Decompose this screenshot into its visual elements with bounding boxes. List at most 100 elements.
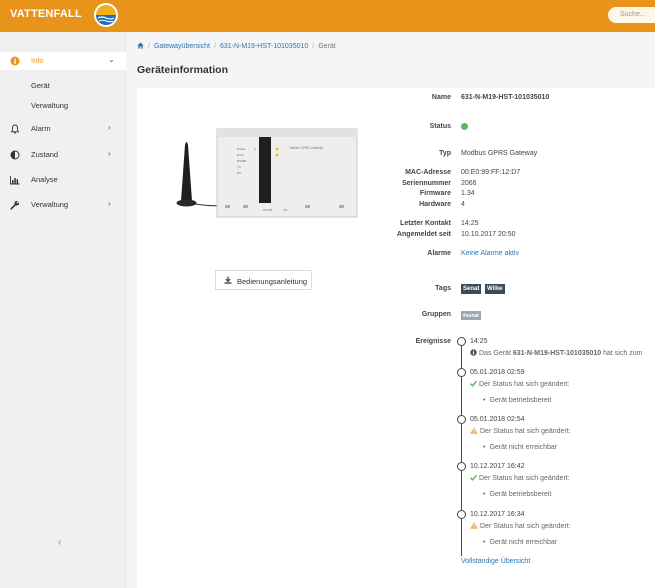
event-message-text: Der Status hat sich geändert: — [479, 475, 570, 482]
event-message-text: Das Gerät — [479, 350, 513, 357]
search-input[interactable]: Suche... — [608, 7, 655, 23]
event-detail: Gerät nicht erreichbar — [483, 539, 557, 546]
event-time: 05.01.2018 02:59 — [470, 369, 525, 376]
manual-download-button[interactable]: Bedienungsanleitung — [215, 270, 312, 290]
bell-icon — [10, 124, 20, 134]
info-icon — [470, 349, 477, 356]
hardware-label: Hardware — [419, 201, 451, 208]
half-circle-icon — [10, 150, 20, 160]
device-led-label: RX — [237, 171, 241, 175]
info-circle-icon — [10, 56, 20, 66]
sidebar-subitem-verwaltung[interactable]: Verwaltung — [31, 101, 68, 110]
serial-label: Seriennummer — [401, 180, 451, 187]
event-message: Der Status hat sich geändert: — [470, 380, 570, 388]
chevron-left-icon[interactable]: ‹ — [58, 537, 61, 548]
hardware-value: 4 — [461, 201, 465, 208]
event-message-text: Der Status hat sich geändert: — [479, 381, 570, 388]
device-led-label: Error — [237, 153, 244, 157]
device-led-label: RS485 — [237, 159, 247, 163]
event-message: Der Status hat sich geändert: — [470, 427, 571, 435]
manual-button-label: Bedienungsanleitung — [237, 277, 308, 286]
sidebar-item-label: Verwaltung — [31, 200, 69, 209]
device-led-label: Power — [237, 147, 246, 151]
check-icon — [470, 474, 477, 481]
breadcrumb: / Gatewayübersicht/631-N-M19-HST-10103501… — [137, 42, 336, 50]
sidebar-item-analyse[interactable]: Analyse — [0, 171, 126, 189]
device-led-label: TX — [237, 165, 241, 169]
sidebar-item-label: Alarm — [31, 124, 51, 133]
event-detail: Gerät nicht erreichbar — [483, 444, 557, 451]
name-label: Name — [431, 94, 451, 101]
firmware-label: Firmware — [419, 190, 451, 197]
chevron-right-icon: › — [108, 123, 111, 132]
event-time: 10.12.2017 16:34 — [470, 511, 525, 518]
top-bar: VATTENFALL Suche... — [0, 0, 655, 32]
event-message-text: Der Status hat sich geändert: — [480, 523, 571, 530]
chevron-down-icon: ⌄ — [108, 55, 115, 64]
last-contact-value: 14:25 — [461, 220, 479, 227]
event-time: 05.01.2018 02:54 — [470, 416, 525, 423]
breadcrumb-gateway[interactable]: 631-N-M19-HST-101035010 — [220, 43, 308, 50]
main-content: / Gatewayübersicht/631-N-M19-HST-10103501… — [126, 32, 655, 588]
vattenfall-sun-icon — [94, 3, 118, 27]
event-detail: Gerät betriebsbereit — [483, 397, 551, 404]
tags-label: Tags — [435, 285, 451, 292]
groups-label: Gruppen — [421, 311, 451, 318]
download-icon — [224, 276, 232, 284]
warning-icon — [470, 427, 478, 434]
chevron-right-icon: › — [108, 199, 111, 208]
full-overview-link[interactable]: Vollständige Übersicht — [461, 558, 530, 565]
mac-value: 00:E0:99:FF:12:D7 — [461, 169, 521, 176]
alarms-link[interactable]: Keine Alarme aktiv — [461, 250, 519, 257]
events-label: Ereignisse — [415, 338, 451, 345]
timeline-node — [457, 368, 466, 377]
alarms-label: Alarme — [427, 250, 451, 257]
breadcrumb-gateway-overview[interactable]: Gatewayübersicht — [154, 43, 210, 50]
tag-badge[interactable]: Wilke — [485, 284, 505, 294]
mac-label: MAC-Adresse — [405, 169, 451, 176]
event-message: Das Gerät 631-N-M19-HST-101035010 hat si… — [470, 349, 642, 357]
device-brand-label: Meiller GPRS-Gateway — [290, 146, 323, 150]
brand-logo[interactable]: VATTENFALL — [10, 8, 82, 20]
page-title: Geräteinformation — [137, 64, 229, 76]
sidebar-item-label: Analyse — [31, 175, 58, 184]
timeline-node — [457, 510, 466, 519]
registered-label: Angemeldet seit — [396, 231, 451, 238]
timeline-node — [457, 415, 466, 424]
warning-icon — [470, 522, 478, 529]
event-message: Der Status hat sich geändert: — [470, 474, 570, 482]
sidebar-subitem-geraet[interactable]: Gerät — [31, 81, 50, 90]
timeline-node — [457, 337, 466, 346]
sidebar-item-verwaltung[interactable]: Verwaltung › — [0, 196, 126, 214]
event-device-name: 631-N-M19-HST-101035010 — [512, 350, 602, 357]
sidebar: Info ⌄ Gerät Verwaltung Alarm › Zustand … — [0, 32, 126, 588]
name-value: 631-N-M19-HST-101035010 — [461, 94, 550, 101]
device-port-label: RS485 — [263, 208, 273, 212]
event-time: 10.12.2017 16:42 — [470, 463, 525, 470]
event-time: 14:25 — [470, 338, 488, 345]
group-badge[interactable]: #senat — [461, 311, 481, 320]
device-port-label: TB — [283, 208, 287, 212]
event-message-text: Der Status hat sich geändert: — [480, 428, 571, 435]
event-message-text: hat sich zum — [601, 350, 643, 357]
event-message: Der Status hat sich geändert: — [470, 522, 571, 530]
gateway-device-image: Power Error RS485 TX RX Meiller GPRS-Gat… — [176, 128, 358, 218]
sidebar-item-alarm[interactable]: Alarm › — [0, 120, 126, 138]
sidebar-item-label: Info — [31, 56, 44, 65]
tag-badge[interactable]: Senat — [461, 284, 482, 294]
type-value: Modbus GPRS Gateway — [461, 150, 538, 157]
sidebar-item-zustand[interactable]: Zustand › — [0, 146, 126, 164]
check-icon — [470, 380, 477, 387]
bar-chart-icon — [10, 176, 20, 185]
last-contact-label: Letzter Kontakt — [400, 220, 451, 227]
timeline-node — [457, 462, 466, 471]
wrench-icon — [10, 200, 20, 210]
status-label: Status — [429, 123, 451, 130]
serial-value: 2066 — [461, 180, 477, 187]
sidebar-item-label: Zustand — [31, 150, 59, 159]
firmware-value: 1.34 — [461, 190, 475, 197]
event-detail: Gerät betriebsbereit — [483, 491, 551, 498]
sidebar-item-info[interactable]: Info ⌄ — [0, 52, 126, 70]
registered-value: 10.10.2017 20:50 — [461, 231, 516, 238]
home-icon[interactable] — [137, 42, 144, 49]
